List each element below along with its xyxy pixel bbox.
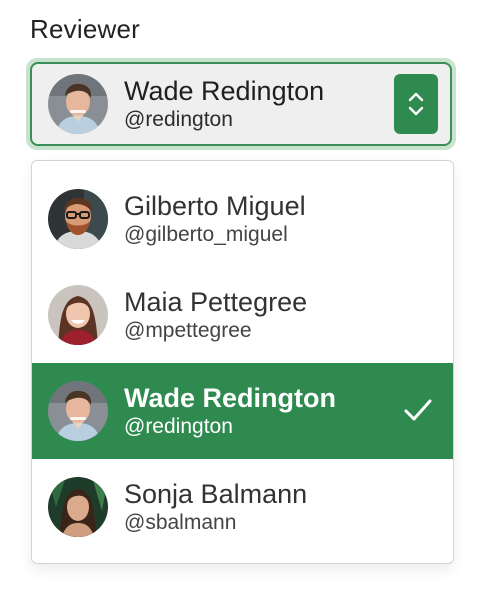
option-handle: @mpettegree (124, 319, 252, 342)
chevron-up-down-icon (408, 92, 424, 116)
reviewer-select-page: Reviewer Wade Redington @redington Gilbe… (0, 0, 484, 596)
selected-reviewer: Wade Redington @redington (124, 75, 324, 133)
avatar (48, 285, 108, 345)
option-handle: @sbalmann (124, 511, 237, 534)
reviewer-label: Reviewer (30, 14, 140, 44)
avatar-wade-icon (48, 381, 108, 441)
option-name: Gilberto Miguel (124, 191, 306, 221)
option-person: Maia Pettegree @mpettegree (124, 286, 307, 344)
reviewer-select[interactable]: Wade Redington @redington (26, 58, 456, 150)
reviewer-select-box[interactable]: Wade Redington @redington (30, 62, 452, 146)
option-gilberto-miguel[interactable]: Gilberto Miguel @gilberto_miguel (32, 171, 453, 267)
option-person: Gilberto Miguel @gilberto_miguel (124, 190, 306, 248)
avatar (48, 381, 108, 441)
avatar-wade-icon (48, 74, 108, 134)
select-toggle-button[interactable] (394, 74, 438, 134)
avatar (48, 74, 108, 134)
avatar-gilberto-icon (48, 189, 108, 249)
reviewer-options-list: Gilberto Miguel @gilberto_miguel Maia Pe… (31, 160, 454, 564)
checkmark-icon (404, 399, 432, 421)
option-person: Sonja Balmann @sbalmann (124, 478, 307, 536)
avatar-maia-icon (48, 285, 108, 345)
option-name: Maia Pettegree (124, 287, 308, 317)
selected-reviewer-handle: @redington (124, 108, 233, 131)
option-person: Wade Redington @redington (124, 382, 336, 440)
option-name: Sonja Balmann (124, 479, 308, 509)
option-sonja-balmann[interactable]: Sonja Balmann @sbalmann (32, 459, 453, 555)
option-maia-pettegree[interactable]: Maia Pettegree @mpettegree (32, 267, 453, 363)
avatar-sonja-icon (48, 477, 108, 537)
avatar (48, 477, 108, 537)
option-handle: @redington (124, 415, 233, 438)
avatar (48, 189, 108, 249)
option-name: Wade Redington (124, 383, 336, 413)
option-handle: @gilberto_miguel (124, 223, 288, 246)
selected-reviewer-name: Wade Redington (124, 76, 325, 106)
option-wade-redington[interactable]: Wade Redington @redington (32, 363, 453, 459)
